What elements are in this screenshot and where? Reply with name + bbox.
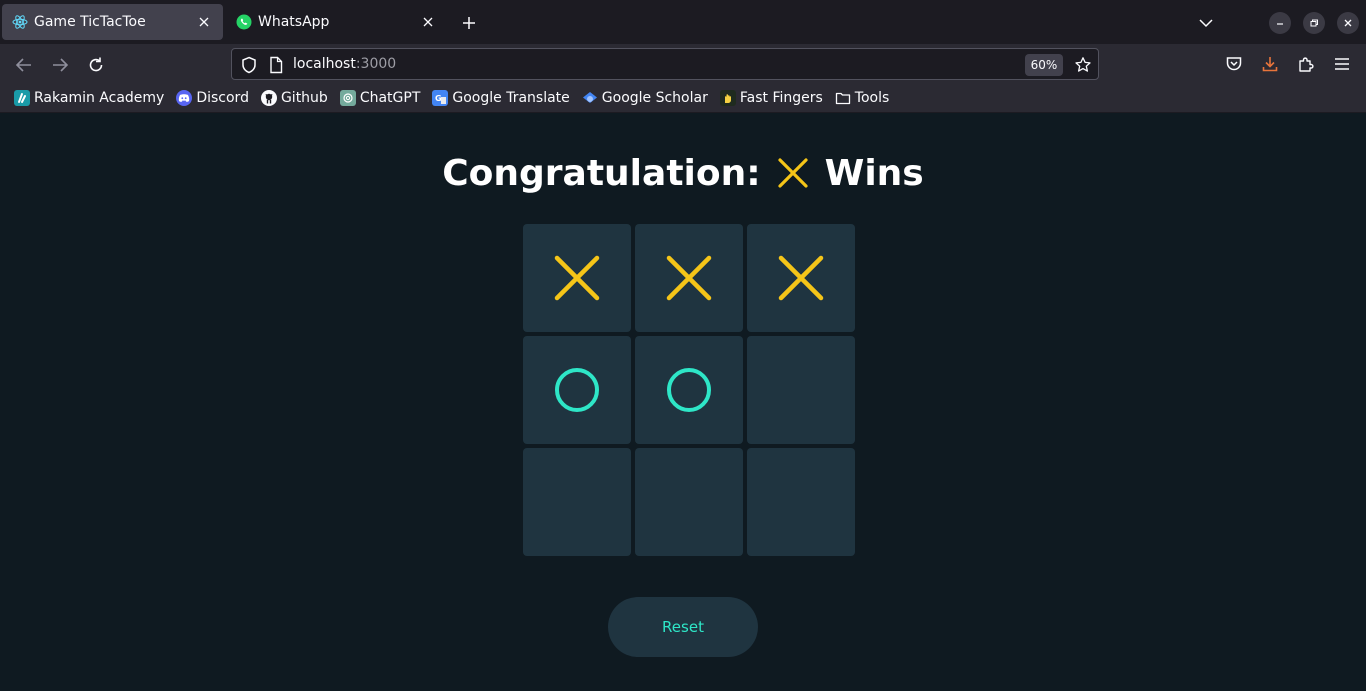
board-cell-2-3[interactable] [747,336,855,444]
reload-icon[interactable] [83,52,109,78]
fast-fingers-icon [719,90,736,106]
bookmark-label: Rakamin Academy [34,90,165,106]
heading-prefix: Congratulation: [442,152,761,194]
google-translate-icon: G [432,90,449,106]
svg-text:G: G [435,94,442,103]
close-tab-icon[interactable] [419,13,437,31]
bookmarks-toolbar: Rakamin Academy Discord Github ChatGPT G… [0,84,1366,113]
bookmark-star-icon[interactable] [1073,55,1093,75]
board-cell-2-2[interactable] [635,336,743,444]
x-mark-icon [666,255,712,301]
chevron-down-icon[interactable] [1195,12,1217,34]
back-arrow-icon[interactable] [11,52,37,78]
close-window-icon[interactable] [1337,12,1359,34]
tab-game-tictactoe[interactable]: Game TicTacToe [2,4,223,40]
tab-title: Game TicTacToe [34,14,146,30]
heading-suffix: Wins [824,152,924,194]
forward-arrow-icon[interactable] [47,52,73,78]
discord-icon [176,90,193,106]
tab-whatsapp[interactable]: WhatsApp [226,4,447,40]
url-port: :3000 [355,56,397,72]
game-board [523,224,855,556]
bookmark-google-translate[interactable]: G Google Translate [428,86,573,110]
bookmark-discord[interactable]: Discord [172,86,253,110]
bookmark-label: ChatGPT [359,90,421,106]
react-icon [12,14,28,30]
board-cell-1-1[interactable] [523,224,631,332]
bookmark-folder-tools[interactable]: Tools [831,86,894,110]
bookmark-label: Discord [196,90,249,106]
url-host: localhost [293,56,356,72]
bookmark-chatgpt[interactable]: ChatGPT [336,86,425,110]
close-tab-icon[interactable] [195,13,213,31]
x-mark-icon [554,255,600,301]
navigation-toolbar: localhost:3000 60% [0,44,1366,84]
url-text[interactable]: localhost:3000 [293,56,396,72]
address-bar[interactable]: localhost:3000 60% [231,48,1099,80]
zoom-level-badge[interactable]: 60% [1025,54,1063,76]
bookmark-google-scholar[interactable]: Google Scholar [578,86,712,110]
bookmark-label: Fast Fingers [739,90,823,106]
reset-button[interactable]: Reset [608,597,758,657]
bookmark-label: Github [280,90,328,106]
whatsapp-icon [236,14,252,30]
tab-title: WhatsApp [258,14,330,30]
tab-bar: Game TicTacToe WhatsApp [0,0,1366,44]
board-cell-2-1[interactable] [523,336,631,444]
bookmark-label: Google Translate [452,90,570,106]
board-cell-1-2[interactable] [635,224,743,332]
bookmark-label: Tools [854,90,890,106]
x-mark-icon [778,255,824,301]
o-mark-icon [667,368,711,412]
shield-icon[interactable] [240,56,258,74]
game-page: Congratulation: Wins Reset [0,113,1366,691]
board-cell-3-2[interactable] [635,448,743,556]
board-cell-3-3[interactable] [747,448,855,556]
winner-x-icon [773,153,813,193]
bookmark-fast-fingers[interactable]: Fast Fingers [716,86,827,110]
folder-icon [835,90,851,106]
restore-icon[interactable] [1303,12,1325,34]
bookmark-rakamin-academy[interactable]: Rakamin Academy [10,86,168,110]
download-icon[interactable] [1259,53,1281,75]
hamburger-menu-icon[interactable] [1331,53,1353,75]
rakamin-icon [14,90,30,106]
o-mark-icon [555,368,599,412]
minimize-icon[interactable] [1269,12,1291,34]
board-cell-3-1[interactable] [523,448,631,556]
github-icon [260,90,277,106]
board-cell-1-3[interactable] [747,224,855,332]
chatgpt-icon [339,90,356,106]
page-icon [269,56,285,74]
extensions-icon[interactable] [1295,53,1317,75]
pocket-icon[interactable] [1223,53,1245,75]
winner-heading: Congratulation: Wins [0,149,1366,197]
new-tab-icon[interactable] [458,12,480,34]
bookmark-github[interactable]: Github [257,86,332,110]
bookmark-label: Google Scholar [601,90,708,106]
google-scholar-icon [582,90,598,106]
